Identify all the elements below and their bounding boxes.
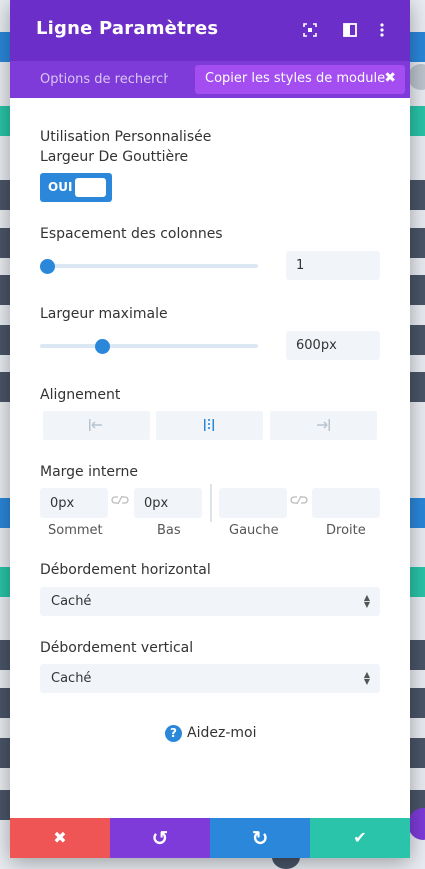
align-center-icon — [204, 419, 214, 431]
overflow-y-value: Caché — [51, 671, 92, 686]
side-help-bubble[interactable] — [408, 808, 425, 840]
align-center-button[interactable] — [156, 411, 263, 440]
select-arrows-icon: ▲ ▼ — [363, 670, 370, 686]
padding-right-input[interactable] — [312, 488, 380, 518]
padding-label: Marge interne — [40, 464, 138, 480]
padding-divider — [210, 484, 212, 522]
overflow-x-label: Débordement horizontal — [40, 562, 211, 578]
settings-modal: Ligne Paramètres Options de recherche Co… — [10, 0, 410, 858]
max-width-slider-handle[interactable] — [94, 339, 110, 354]
save-button[interactable]: ✔ — [310, 818, 410, 858]
max-width-input[interactable]: 600px — [286, 331, 380, 360]
column-spacing-input[interactable]: 1 — [286, 251, 380, 280]
padding-bottom-input[interactable]: 0px — [134, 488, 202, 518]
toggle-knob — [75, 178, 106, 197]
copy-styles-label: Copier les styles de module — [205, 71, 386, 86]
align-left-icon — [89, 419, 102, 431]
padding-top-label: Sommet — [48, 523, 103, 538]
gutter-toggle[interactable]: OUI — [40, 173, 112, 202]
align-right-icon — [317, 419, 330, 431]
overflow-x-select[interactable]: Caché ▲ ▼ — [40, 587, 380, 616]
modal-title: Ligne Paramètres — [36, 18, 219, 39]
align-left-button[interactable] — [43, 411, 150, 440]
cancel-button[interactable]: ✖ — [10, 818, 110, 858]
gutter-label-line2: Largeur De Gouttière — [40, 149, 189, 165]
column-spacing-slider[interactable] — [40, 264, 258, 268]
modal-header[interactable]: Ligne Paramètres — [10, 0, 410, 61]
max-width-label: Largeur maximale — [40, 306, 168, 322]
padding-left-label: Gauche — [229, 523, 279, 538]
select-arrows-icon: ▲ ▼ — [363, 593, 370, 609]
fullscreen-icon[interactable] — [300, 20, 320, 40]
max-width-slider[interactable] — [40, 344, 258, 348]
gutter-label-line1: Utilisation Personnalisée — [40, 129, 212, 145]
padding-bottom-label: Bas — [157, 523, 181, 538]
help-label: Aidez-moi — [187, 725, 257, 741]
redo-button[interactable]: ↻ — [210, 818, 310, 858]
padding-right-label: Droite — [326, 523, 366, 538]
column-spacing-label: Espacement des colonnes — [40, 226, 223, 242]
align-right-button[interactable] — [270, 411, 377, 440]
modal-subbar: Options de recherche Copier les styles d… — [10, 61, 410, 98]
close-icon[interactable]: ✖ — [384, 70, 396, 86]
copy-styles-banner[interactable]: Copier les styles de module ✖ — [195, 65, 405, 94]
search-options-tab[interactable]: Options de recherche — [40, 72, 168, 87]
background-close-icon — [408, 64, 425, 90]
column-spacing-slider-handle[interactable] — [40, 259, 55, 274]
help-icon: ? — [165, 725, 182, 742]
undo-button[interactable]: ↺ — [110, 818, 210, 858]
overflow-y-label: Débordement vertical — [40, 640, 194, 656]
link-icon[interactable] — [290, 494, 308, 509]
overflow-y-select[interactable]: Caché ▲ ▼ — [40, 664, 380, 693]
more-options-icon[interactable] — [372, 20, 392, 40]
link-icon[interactable] — [111, 494, 129, 509]
split-view-icon[interactable] — [340, 20, 360, 40]
toggle-label: OUI — [48, 180, 73, 194]
overflow-x-value: Caché — [51, 594, 92, 609]
padding-left-input[interactable] — [219, 488, 287, 518]
padding-top-input[interactable]: 0px — [40, 488, 108, 518]
alignment-label: Alignement — [40, 387, 121, 403]
